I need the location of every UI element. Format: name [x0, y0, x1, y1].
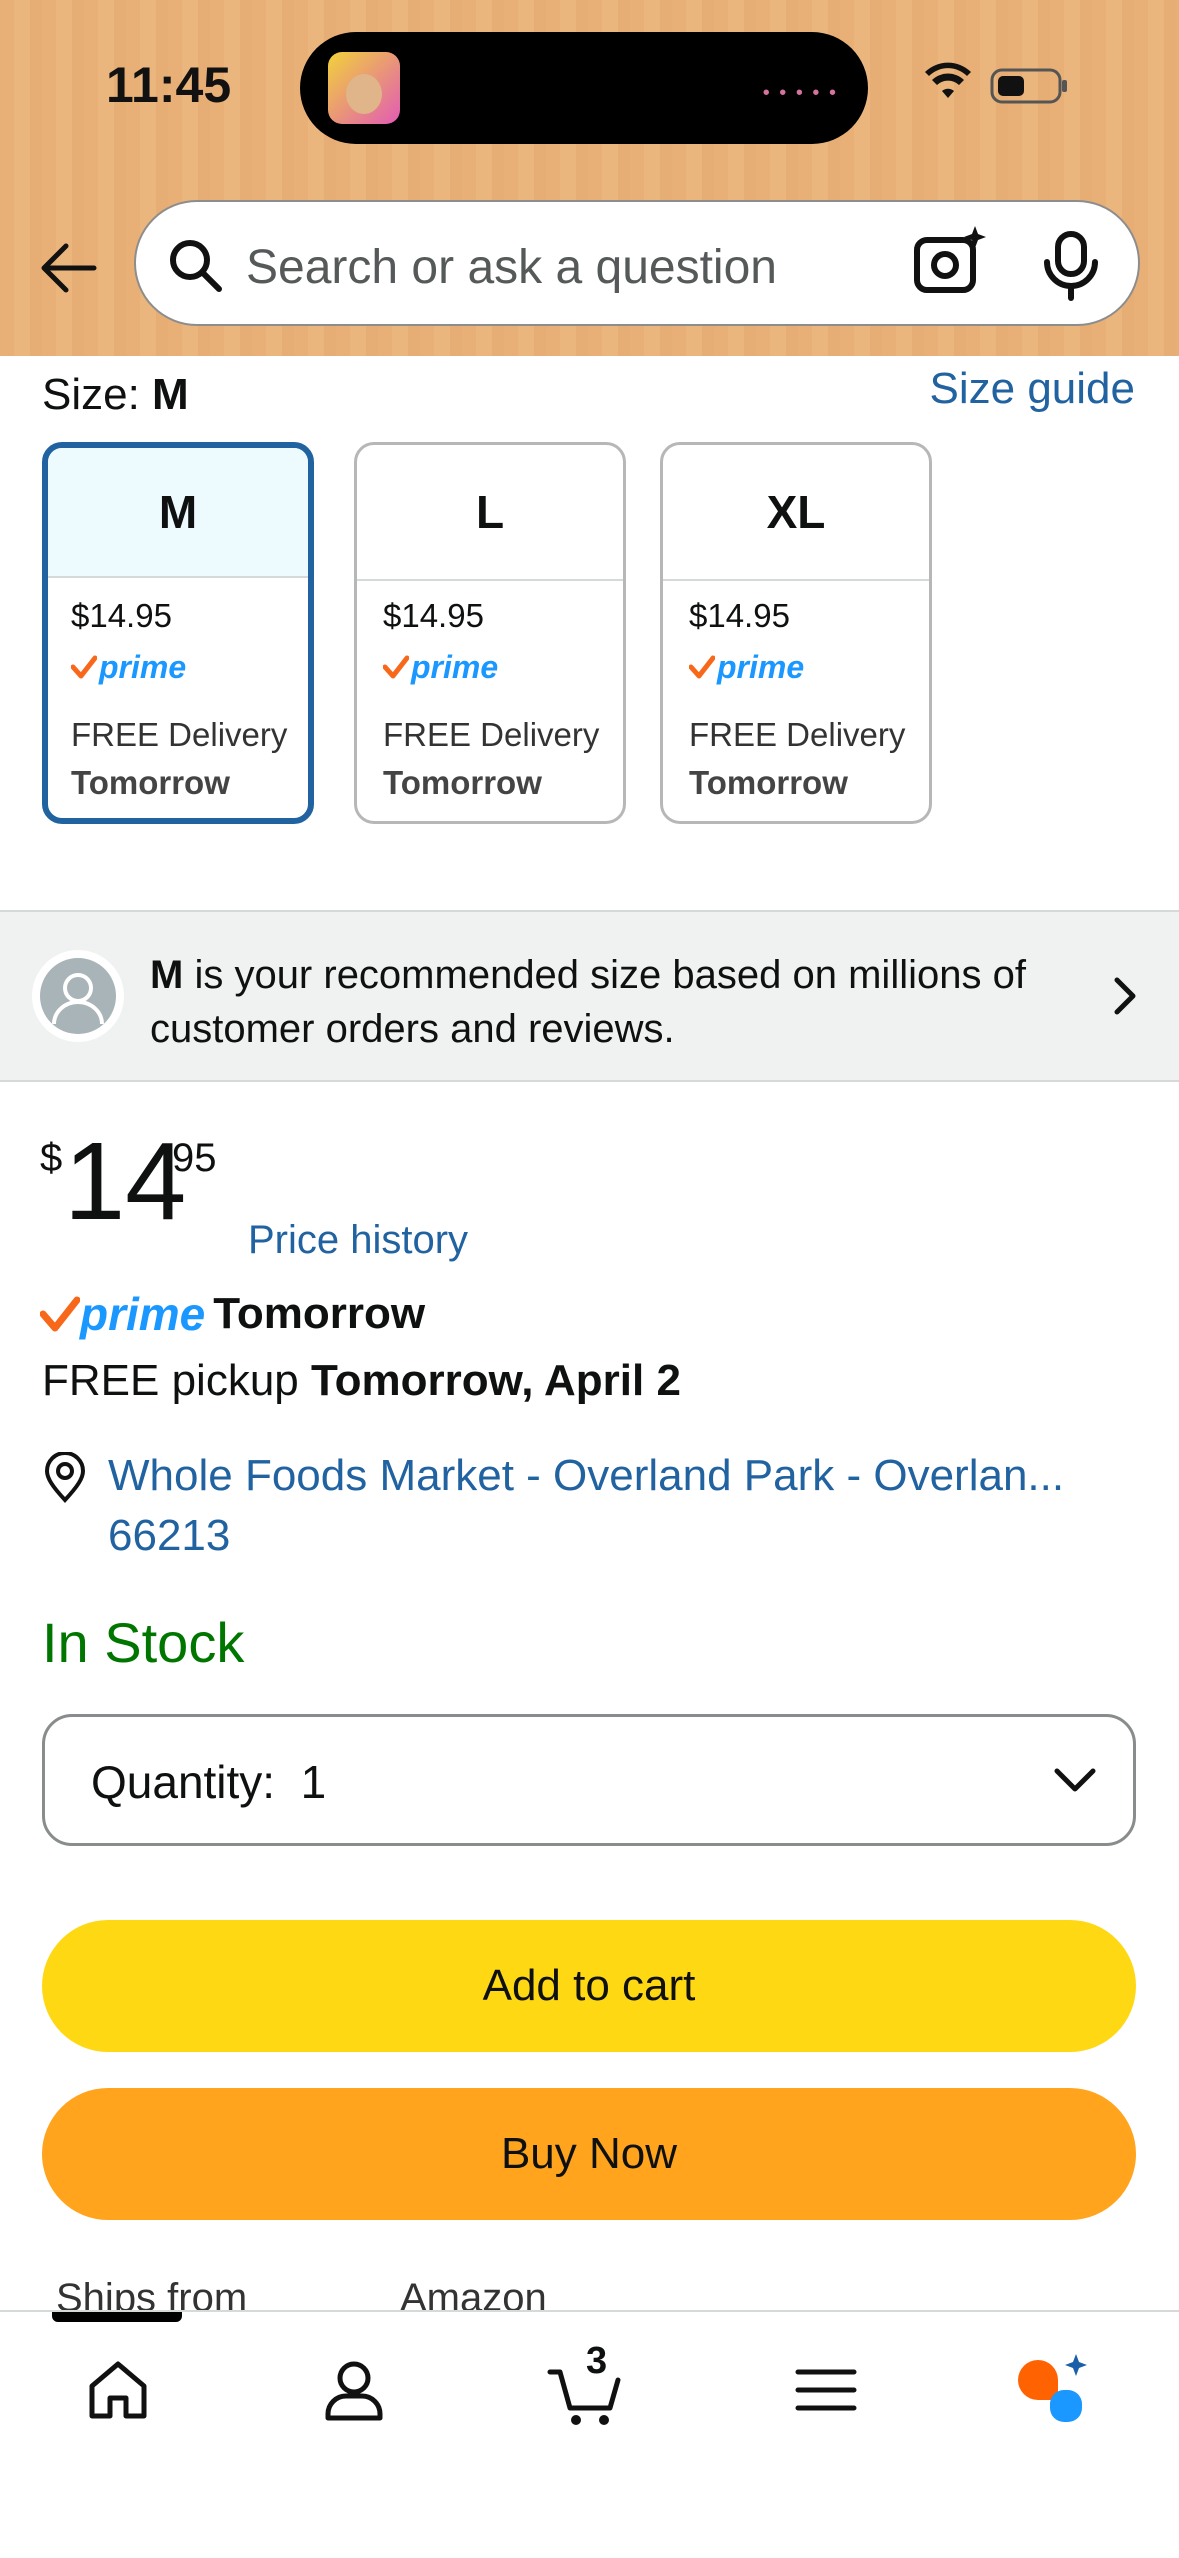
size-option-label: L	[357, 445, 623, 581]
size-guide-link[interactable]: Size guide	[930, 364, 1135, 414]
size-option-price: $14.95	[689, 597, 790, 634]
size-option-label: M	[48, 448, 308, 578]
chevron-down-icon	[1054, 1768, 1096, 1792]
account-icon[interactable]	[314, 2350, 394, 2430]
pickup-location-link[interactable]: Whole Foods Market - Overland Park - Ove…	[108, 1446, 1128, 1566]
size-recommendation-banner[interactable]: M is your recommended size based on mill…	[0, 910, 1179, 1082]
stock-status: In Stock	[42, 1611, 245, 1674]
recommendation-text: M is your recommended size based on mill…	[150, 953, 1026, 1051]
rufus-icon[interactable]	[1014, 2350, 1094, 2430]
size-option-delivery: FREE Delivery Tomorrow	[71, 716, 288, 801]
header: 11:45 • • • • • Search or ask a question	[0, 0, 1179, 356]
quantity-select[interactable]: Quantity: 1	[42, 1714, 1136, 1846]
size-option-label: XL	[663, 445, 929, 581]
size-option-delivery: FREE Delivery Tomorrow	[383, 716, 600, 801]
quantity-label: Quantity: 1	[91, 1756, 327, 1808]
price-history-link[interactable]: Price history	[248, 1218, 468, 1263]
search-icon	[170, 240, 222, 292]
avatar	[32, 950, 124, 1042]
buy-now-button[interactable]: Buy Now	[42, 2088, 1136, 2220]
search-input[interactable]: Search or ask a question	[246, 240, 777, 295]
camera-search-icon[interactable]	[911, 224, 991, 304]
prime-check-icon	[689, 655, 715, 679]
status-time: 11:45	[106, 57, 232, 113]
location-pin-icon	[44, 1452, 86, 1503]
size-option-l[interactable]: L $14.95 prime FREE Delivery Tomorrow	[354, 442, 626, 824]
chevron-right-icon	[1114, 977, 1136, 1015]
price-whole: 14	[64, 1120, 187, 1243]
person-icon	[52, 973, 104, 1025]
search-bar[interactable]: Search or ask a question	[134, 200, 1140, 326]
prime-check-icon	[71, 655, 97, 679]
size-option-m[interactable]: M $14.95 prime FREE Delivery Tomorrow	[42, 442, 314, 824]
prime-delivery: prime Tomorrow	[40, 1286, 425, 1342]
size-label: Size: M	[42, 370, 189, 419]
audio-dots-icon: • • • • •	[762, 82, 838, 104]
battery-icon	[990, 68, 1067, 104]
dynamic-island: • • • • •	[300, 32, 868, 144]
prime-badge: prime	[383, 649, 498, 685]
active-tab-indicator	[52, 2312, 182, 2322]
menu-icon[interactable]	[786, 2350, 866, 2430]
microphone-icon[interactable]	[1041, 230, 1101, 302]
price-currency: $	[40, 1136, 63, 1180]
price-fraction: 95	[172, 1136, 217, 1180]
size-option-price: $14.95	[383, 597, 484, 634]
live-activity-avatar	[328, 52, 400, 124]
size-option-xl[interactable]: XL $14.95 prime FREE Delivery Tomorrow	[660, 442, 932, 824]
cart-count-badge: 3	[586, 2340, 608, 2382]
size-option-price: $14.95	[71, 597, 172, 634]
prime-check-icon	[40, 1296, 80, 1332]
wifi-icon	[925, 62, 971, 98]
add-to-cart-button[interactable]: Add to cart	[42, 1920, 1136, 2052]
prime-badge: prime	[71, 649, 186, 685]
prime-check-icon	[383, 655, 409, 679]
home-icon[interactable]	[78, 2350, 158, 2430]
back-arrow-icon[interactable]	[36, 236, 100, 300]
pickup-info: FREE pickup Tomorrow, April 2	[42, 1356, 681, 1405]
prime-badge: prime	[689, 649, 804, 685]
size-option-delivery: FREE Delivery Tomorrow	[689, 716, 906, 801]
